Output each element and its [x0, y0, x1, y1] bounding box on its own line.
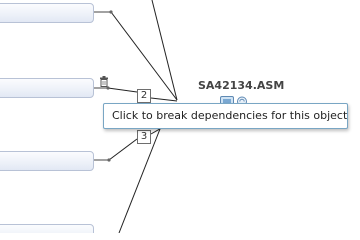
dependency-diagram-canvas: 2 3 SA42134.ASM Click to break dependenc…	[0, 0, 360, 233]
connector-badge[interactable]: 2	[137, 89, 151, 103]
dependency-node[interactable]	[0, 224, 94, 233]
connector-badge[interactable]: 3	[137, 130, 151, 144]
dependency-line	[110, 11, 178, 101]
dependency-node[interactable]	[0, 151, 94, 171]
dependency-line	[150, 97, 178, 102]
trash-icon[interactable]	[99, 76, 109, 87]
dependency-node[interactable]	[0, 3, 94, 23]
object-title: SA42134.ASM	[198, 79, 285, 92]
dependency-line	[108, 138, 138, 161]
junction-dot	[107, 158, 111, 162]
dependency-line	[151, 0, 178, 101]
dependency-line	[118, 128, 161, 233]
dependency-node[interactable]	[0, 78, 94, 98]
break-dependencies-tooltip: Click to break dependencies for this obj…	[103, 103, 348, 129]
dependency-line	[107, 87, 138, 93]
junction-dot	[109, 10, 113, 14]
